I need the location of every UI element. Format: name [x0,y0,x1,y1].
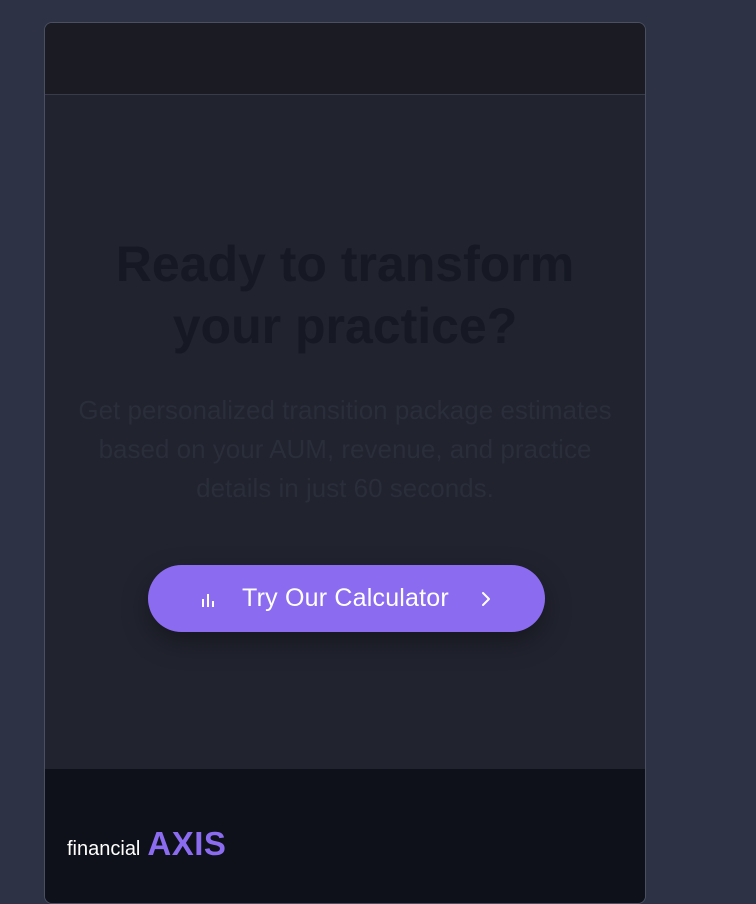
hero-section: Ready to transform your practice? Get pe… [45,95,645,769]
hero-subtext: Get personalized transition package esti… [78,395,612,503]
site-footer: financial AXIS [45,769,645,903]
top-navbar [45,23,645,95]
logo-text-axis: AXIS [147,825,227,862]
try-calculator-label: Try Our Calculator [242,584,449,612]
chevron-right-icon [479,591,493,607]
try-calculator-button[interactable]: Try Our Calculator [148,565,545,632]
logo-text-financial: financial [67,838,141,860]
bar-chart-icon [200,590,216,608]
app-frame: Ready to transform your practice? Get pe… [44,22,646,904]
brand-logo[interactable]: financial AXIS [67,825,226,863]
hero-headline: Ready to transform your practice? [115,236,575,354]
